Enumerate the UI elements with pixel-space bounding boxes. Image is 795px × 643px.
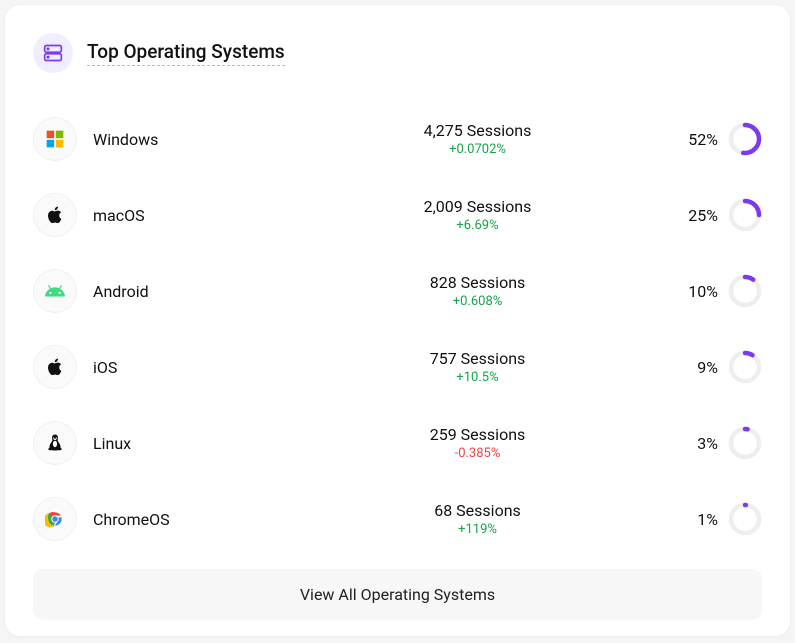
delta-value: +6.69% [293, 218, 662, 233]
view-all-button[interactable]: View All Operating Systems [33, 569, 762, 620]
card-header: Top Operating Systems [33, 33, 762, 73]
sessions-value: 68 Sessions [293, 501, 662, 520]
percent-col: 1% [678, 502, 762, 536]
percent-col: 9% [678, 350, 762, 384]
android-icon [33, 269, 77, 313]
percent-value: 25% [678, 206, 718, 225]
percent-col: 10% [678, 274, 762, 308]
sessions-value: 2,009 Sessions [293, 197, 662, 216]
os-name: Linux [93, 434, 293, 453]
sessions-value: 757 Sessions [293, 349, 662, 368]
card-title: Top Operating Systems [87, 40, 285, 66]
os-list: Windows4,275 Sessions +0.0702% 52% macOS2,0… [33, 101, 762, 557]
os-row: Windows4,275 Sessions +0.0702% 52% [33, 101, 762, 177]
os-name: iOS [93, 358, 293, 377]
sessions-col: 4,275 Sessions +0.0702% [293, 121, 662, 157]
percent-value: 10% [678, 282, 718, 301]
top-os-card: Top Operating Systems Windows4,275 Sessi… [4, 4, 791, 637]
sessions-col: 828 Sessions +0.608% [293, 273, 662, 309]
os-name: macOS [93, 206, 293, 225]
percent-col: 3% [678, 426, 762, 460]
os-row: macOS2,009 Sessions +6.69% 25% [33, 177, 762, 253]
apple-icon [33, 193, 77, 237]
donut-chart-icon [728, 502, 762, 536]
delta-value: +10.5% [293, 370, 662, 385]
donut-chart-icon [728, 198, 762, 232]
donut-chart-icon [728, 274, 762, 308]
percent-col: 52% [678, 122, 762, 156]
os-name: ChromeOS [93, 510, 293, 529]
os-name: Windows [93, 130, 293, 149]
percent-value: 3% [678, 434, 718, 453]
delta-value: +0.0702% [293, 142, 662, 157]
donut-chart-icon [728, 426, 762, 460]
chrome-icon [33, 497, 77, 541]
delta-value: -0.385% [293, 446, 662, 461]
percent-col: 25% [678, 198, 762, 232]
os-row: ChromeOS68 Sessions +119% 1% [33, 481, 762, 557]
server-icon [33, 33, 73, 73]
sessions-col: 2,009 Sessions +6.69% [293, 197, 662, 233]
os-row: Android828 Sessions +0.608% 10% [33, 253, 762, 329]
sessions-col: 757 Sessions +10.5% [293, 349, 662, 385]
os-row: iOS757 Sessions +10.5% 9% [33, 329, 762, 405]
sessions-col: 259 Sessions -0.385% [293, 425, 662, 461]
percent-value: 1% [678, 510, 718, 529]
donut-chart-icon [728, 122, 762, 156]
donut-chart-icon [728, 350, 762, 384]
os-name: Android [93, 282, 293, 301]
sessions-value: 4,275 Sessions [293, 121, 662, 140]
percent-value: 52% [678, 130, 718, 149]
delta-value: +0.608% [293, 294, 662, 309]
windows-icon [33, 117, 77, 161]
linux-icon [33, 421, 77, 465]
delta-value: +119% [293, 522, 662, 537]
apple-icon [33, 345, 77, 389]
sessions-value: 259 Sessions [293, 425, 662, 444]
sessions-col: 68 Sessions +119% [293, 501, 662, 537]
sessions-value: 828 Sessions [293, 273, 662, 292]
percent-value: 9% [678, 358, 718, 377]
os-row: Linux259 Sessions -0.385% 3% [33, 405, 762, 481]
